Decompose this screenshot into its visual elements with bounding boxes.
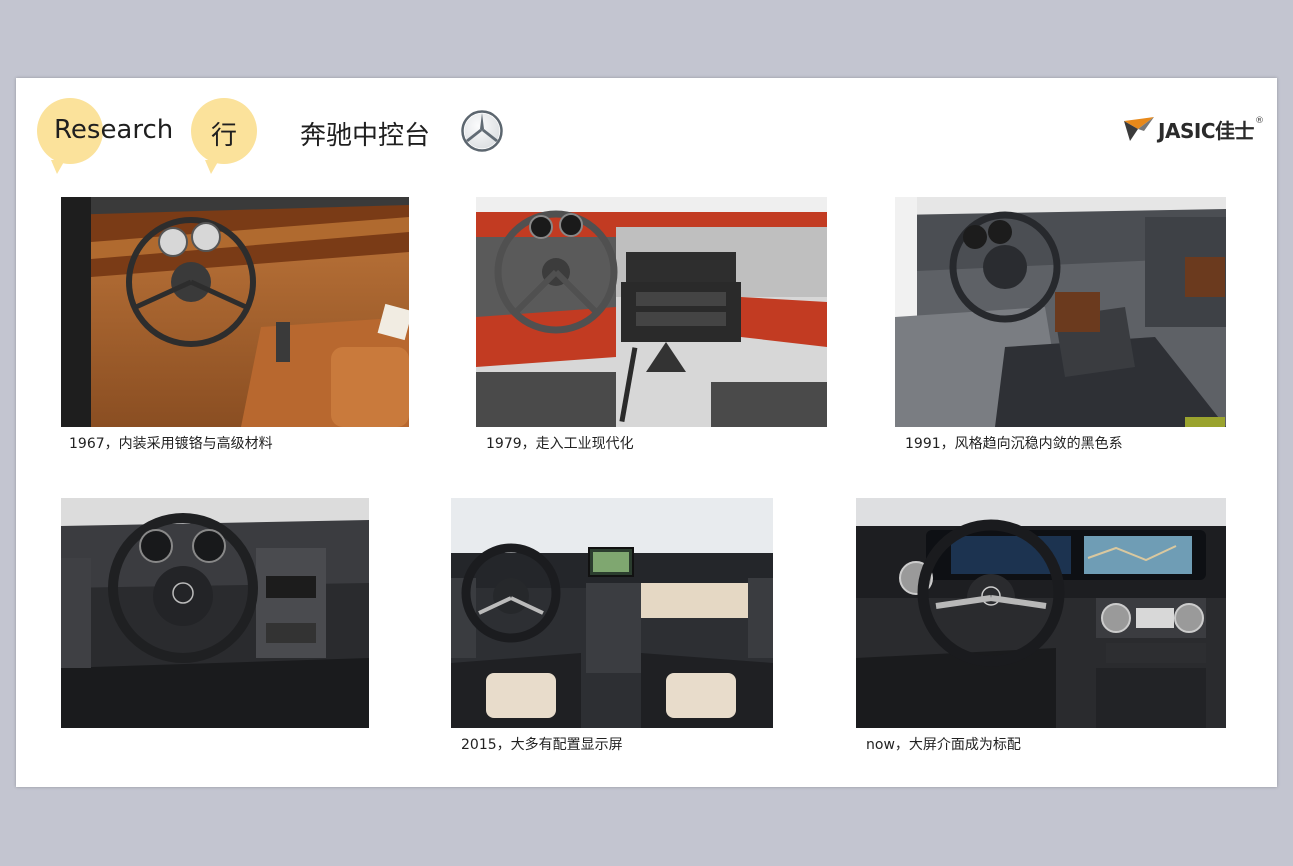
photo-2000s [61, 498, 369, 728]
caption-1991: 1991，风格趋向沉稳内敛的黑色系 [905, 436, 1123, 452]
caption-2015: 2015，大多有配置显示屏 [461, 737, 623, 753]
photo-1967 [61, 197, 409, 427]
page-title: 奔驰中控台 [300, 121, 431, 151]
jasic-emblem-icon [1124, 117, 1155, 141]
brand-registered-mark: ® [1255, 116, 1264, 126]
slide: Research 行 奔驰中控台 JASIC佳士 ® 1967，内装采用镀铬与高… [16, 78, 1277, 787]
photo-2015 [451, 498, 773, 728]
photo-now [856, 498, 1226, 728]
caption-1979: 1979，走入工业现代化 [486, 436, 634, 452]
xing-label: 行 [211, 121, 238, 151]
mercedes-star-icon [461, 110, 503, 152]
jasic-logo: JASIC佳士 ® [1124, 114, 1264, 144]
caption-now: now，大屏介面成为标配 [866, 737, 1021, 753]
brand-name: JASIC佳士 [1158, 118, 1254, 143]
photo-1991 [895, 197, 1226, 427]
research-label: Research [54, 115, 174, 145]
caption-1967: 1967，内装采用镀铬与高级材料 [69, 436, 273, 452]
photo-1979 [476, 197, 827, 427]
